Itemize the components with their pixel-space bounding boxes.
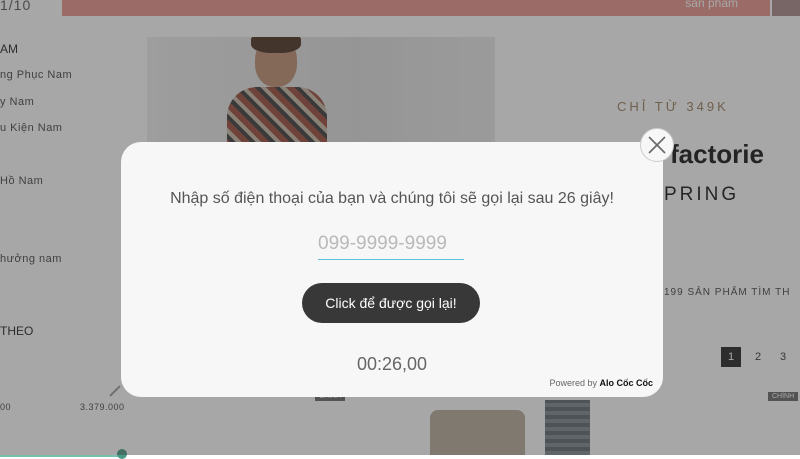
- close-icon: [648, 136, 666, 154]
- powered-by: Powered by Alo Cốc Cốc: [549, 378, 653, 388]
- powered-by-brand[interactable]: Alo Cốc Cốc: [599, 378, 653, 388]
- countdown-timer: 00:26,00: [356, 354, 428, 374]
- popup-message: Nhập số điện thoại của bạn và chúng tôi …: [170, 190, 614, 207]
- close-button[interactable]: [640, 128, 674, 162]
- phone-input[interactable]: [318, 229, 464, 260]
- callback-popup: Nhập số điện thoại của bạn và chúng tôi …: [121, 142, 663, 397]
- price-range-track[interactable]: [0, 455, 122, 457]
- call-me-button[interactable]: Click để được gọi lại!: [302, 283, 480, 323]
- powered-by-prefix: Powered by: [549, 378, 597, 388]
